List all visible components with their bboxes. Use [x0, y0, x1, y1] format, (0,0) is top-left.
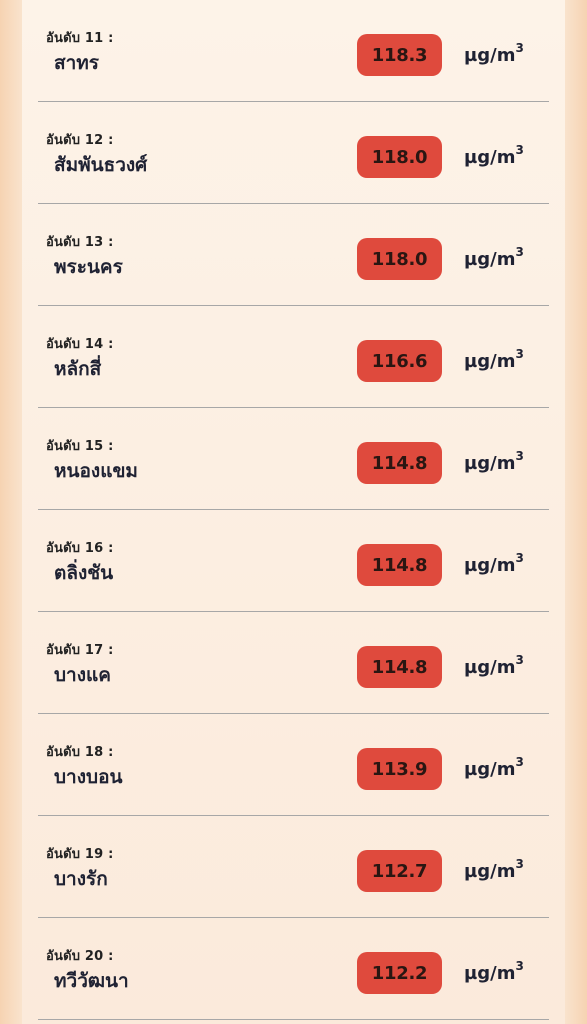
pm25-value-badge: 114.8	[357, 442, 442, 484]
unit-base: µg/m	[464, 963, 516, 984]
rank-label: อันดับ 18 :	[46, 745, 114, 760]
pm25-value-badge: 112.7	[357, 850, 442, 892]
unit-exponent: 3	[515, 551, 524, 565]
pm25-value-badge: 112.2	[357, 952, 442, 994]
unit-label: µg/m3	[464, 653, 524, 678]
unit-exponent: 3	[515, 449, 524, 463]
ranking-row-19: อันดับ 19 : บางรัก 112.7 µg/m3	[38, 816, 549, 918]
district-name: ตลิ่งชัน	[54, 562, 114, 584]
rank-label: อันดับ 13 :	[46, 235, 114, 250]
unit-label: µg/m3	[464, 959, 524, 984]
pm25-value-badge: 113.9	[357, 748, 442, 790]
unit-base: µg/m	[464, 657, 516, 678]
unit-label: µg/m3	[464, 347, 524, 372]
unit-label: µg/m3	[464, 755, 524, 780]
unit-base: µg/m	[464, 861, 516, 882]
pm25-value-badge: 118.0	[357, 136, 442, 178]
district-name: บางแค	[54, 664, 111, 686]
ranking-row-15: อันดับ 15 : หนองแขม 114.8 µg/m3	[38, 408, 549, 510]
unit-base: µg/m	[464, 249, 516, 270]
unit-base: µg/m	[464, 45, 516, 66]
district-name: สัมพันธวงศ์	[54, 154, 148, 176]
row-divider	[38, 1019, 549, 1020]
ranking-row-16: อันดับ 16 : ตลิ่งชัน 114.8 µg/m3	[38, 510, 549, 612]
district-name: หนองแขม	[54, 460, 138, 482]
unit-exponent: 3	[515, 755, 524, 769]
unit-exponent: 3	[515, 653, 524, 667]
unit-label: µg/m3	[464, 245, 524, 270]
pm25-value-badge: 118.0	[357, 238, 442, 280]
ranking-row-13: อันดับ 13 : พระนคร 118.0 µg/m3	[38, 204, 549, 306]
district-name: บางรัก	[54, 868, 108, 890]
unit-exponent: 3	[515, 959, 524, 973]
ranking-card: อันดับ 11 : สาทร 118.3 µg/m3 อันดับ 12 :…	[22, 0, 565, 1024]
unit-base: µg/m	[464, 147, 516, 168]
rank-label: อันดับ 20 :	[46, 949, 114, 964]
pm25-value-badge: 114.8	[357, 646, 442, 688]
ranking-row-12: อันดับ 12 : สัมพันธวงศ์ 118.0 µg/m3	[38, 102, 549, 204]
rank-label: อันดับ 12 :	[46, 133, 114, 148]
unit-base: µg/m	[464, 759, 516, 780]
unit-label: µg/m3	[464, 449, 524, 474]
unit-base: µg/m	[464, 555, 516, 576]
unit-label: µg/m3	[464, 551, 524, 576]
rank-label: อันดับ 15 :	[46, 439, 114, 454]
ranking-row-14: อันดับ 14 : หลักสี่ 116.6 µg/m3	[38, 306, 549, 408]
unit-exponent: 3	[515, 347, 524, 361]
unit-base: µg/m	[464, 453, 516, 474]
rank-label: อันดับ 14 :	[46, 337, 114, 352]
pm25-value-badge: 114.8	[357, 544, 442, 586]
unit-base: µg/m	[464, 351, 516, 372]
pm25-value-badge: 118.3	[357, 34, 442, 76]
ranking-row-18: อันดับ 18 : บางบอน 113.9 µg/m3	[38, 714, 549, 816]
unit-label: µg/m3	[464, 857, 524, 882]
unit-label: µg/m3	[464, 41, 524, 66]
rank-label: อันดับ 11 :	[46, 31, 114, 46]
ranking-row-17: อันดับ 17 : บางแค 114.8 µg/m3	[38, 612, 549, 714]
rank-label: อันดับ 17 :	[46, 643, 114, 658]
ranking-row-20: อันดับ 20 : ทวีวัฒนา 112.2 µg/m3	[38, 918, 549, 1020]
ranking-row-11: อันดับ 11 : สาทร 118.3 µg/m3	[38, 0, 549, 102]
pm25-value-badge: 116.6	[357, 340, 442, 382]
unit-exponent: 3	[515, 857, 524, 871]
district-name: พระนคร	[54, 256, 123, 278]
district-name: สาทร	[54, 52, 99, 74]
rank-label: อันดับ 19 :	[46, 847, 114, 862]
district-name: ทวีวัฒนา	[54, 970, 129, 992]
district-name: หลักสี่	[54, 358, 102, 380]
unit-label: µg/m3	[464, 143, 524, 168]
unit-exponent: 3	[515, 245, 524, 259]
unit-exponent: 3	[515, 41, 524, 55]
rank-label: อันดับ 16 :	[46, 541, 114, 556]
district-name: บางบอน	[54, 766, 123, 788]
unit-exponent: 3	[515, 143, 524, 157]
